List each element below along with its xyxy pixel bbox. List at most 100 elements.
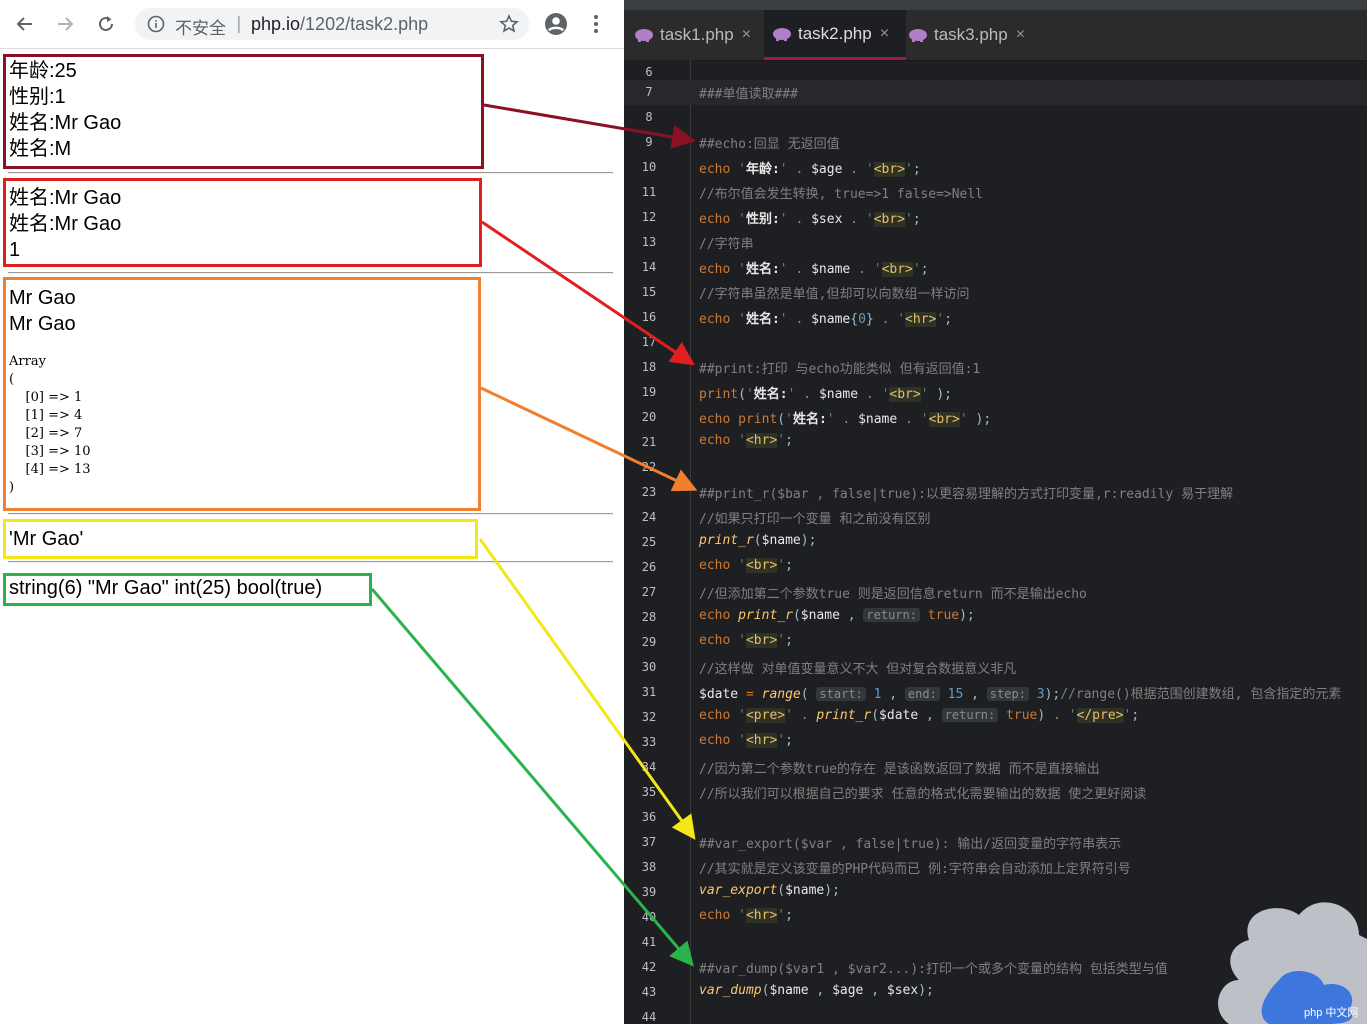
line-number: 7: [645, 85, 653, 99]
line-number: 6: [645, 65, 653, 79]
line-number: 8: [645, 110, 653, 124]
code-text: //布尔值会发生转换, true=>1 false=>Nell: [699, 187, 984, 202]
code-line[interactable]: 31 $date = range( start: 1 , end: 15 , st…: [624, 680, 1367, 705]
line-number: 32: [641, 710, 657, 724]
code-text: ##print_r($bar , false|true):以更容易理解的方式打印…: [699, 487, 1234, 502]
code-line[interactable]: 14 echo '姓名:' . $name . '<br>';: [624, 255, 1367, 280]
tab-close-icon[interactable]: ×: [1016, 26, 1025, 44]
editor-top-strip: [624, 0, 1367, 10]
code-line[interactable]: 29 echo '<br>';: [624, 630, 1367, 655]
tab-task3[interactable]: task3.php ×: [908, 10, 1036, 60]
code-line[interactable]: 22: [624, 455, 1367, 480]
forward-button[interactable]: [50, 9, 80, 39]
code-line[interactable]: 26 echo '<br>';: [624, 555, 1367, 580]
code-line[interactable]: 12 echo '性别:' . $sex . '<br>';: [624, 205, 1367, 230]
code-text: echo '性别:' . $sex . '<br>';: [699, 212, 921, 227]
line-number: 31: [641, 685, 657, 699]
code-line[interactable]: 25 print_r($name);: [624, 530, 1367, 555]
bookmark-star-icon[interactable]: [499, 14, 519, 34]
reload-button[interactable]: [91, 9, 121, 39]
line-number: 44: [641, 1010, 657, 1024]
tab-close-icon[interactable]: ×: [880, 25, 889, 43]
annotation-box-1: [3, 54, 484, 169]
code-line[interactable]: 33 echo '<hr>';: [624, 730, 1367, 755]
annotation-box-5: [3, 573, 372, 606]
line-number: 21: [641, 435, 657, 449]
line-number: 20: [641, 410, 657, 424]
account-icon[interactable]: [544, 12, 568, 36]
annotation-box-4: [3, 519, 478, 559]
back-button[interactable]: [10, 9, 40, 39]
browser-window: 不安全 | php.io/1202/task2.php 年龄:25 性别:1 姓…: [0, 0, 624, 1024]
line-number: 29: [641, 635, 657, 649]
line-number: 18: [641, 360, 657, 374]
code-text: //因为第二个参数true的存在 是该函数返回了数据 而不是直接输出: [699, 762, 1100, 777]
code-text: echo print('姓名:' . $name . '<br>' );: [699, 412, 992, 427]
menu-kebab-icon[interactable]: [586, 12, 606, 36]
line-number: 17: [641, 335, 657, 349]
code-text: echo '姓名:' . $name . '<br>';: [699, 262, 929, 277]
line-number: 22: [641, 460, 657, 474]
code-text: echo '<hr>';: [699, 908, 793, 923]
code-line[interactable]: 19 print('姓名:' . $name . '<br>' );: [624, 380, 1367, 405]
code-text: //如果只打印一个变量 和之前没有区别: [699, 512, 931, 527]
tab-close-icon[interactable]: ×: [742, 26, 751, 44]
line-number: 25: [641, 535, 657, 549]
php-elephant-icon: [635, 29, 653, 42]
code-line[interactable]: 18 ##print:打印 与echo功能类似 但有返回值:1: [624, 355, 1367, 380]
code-line[interactable]: 11 //布尔值会发生转换, true=>1 false=>Nell: [624, 180, 1367, 205]
line-number: 14: [641, 260, 657, 274]
code-line[interactable]: 7 ###单值读取###: [624, 80, 1367, 105]
code-line[interactable]: 28 echo print_r($name , return: true);: [624, 605, 1367, 630]
line-number: 26: [641, 560, 657, 574]
code-text: var_export($name);: [699, 883, 840, 898]
tab-label: task2.php: [798, 23, 872, 43]
code-text: echo '<hr>';: [699, 433, 793, 448]
code-line[interactable]: 24 //如果只打印一个变量 和之前没有区别: [624, 505, 1367, 530]
code-line[interactable]: 15 //字符串虽然是单值,但却可以向数组一样访问: [624, 280, 1367, 305]
code-line[interactable]: 16 echo '姓名:' . $name{0} . '<hr>';: [624, 305, 1367, 330]
url-separator: |: [236, 14, 242, 34]
code-line[interactable]: 37 ##var_export($var , false|true): 输出/返回…: [624, 830, 1367, 855]
back-arrow-icon: [16, 17, 32, 31]
code-text: print('姓名:' . $name . '<br>' );: [699, 387, 953, 402]
line-number: 16: [641, 310, 657, 324]
code-line[interactable]: 23 ##print_r($bar , false|true):以更容易理解的方式…: [624, 480, 1367, 505]
address-bar[interactable]: 不安全 | php.io/1202/task2.php: [135, 8, 529, 40]
line-number: 34: [641, 760, 657, 774]
code-text: //字符串虽然是单值,但却可以向数组一样访问: [699, 287, 970, 302]
php-elephant-icon: [773, 27, 791, 41]
code-line[interactable]: 8: [624, 105, 1367, 130]
code-line[interactable]: 30 //这样做 对单值变量意义不大 但对复合数据意义非凡: [624, 655, 1367, 680]
code-text: //但添加第二个参数true 则是返回信息return 而不是输出echo: [699, 587, 1087, 602]
code-text: ##echo:回显 无返回值: [699, 137, 840, 152]
code-line[interactable]: 34 //因为第二个参数true的存在 是该函数返回了数据 而不是直接输出: [624, 755, 1367, 780]
code-line[interactable]: 10 echo '年龄:' . $age . '<br>';: [624, 155, 1367, 180]
code-line[interactable]: 27 //但添加第二个参数true 则是返回信息return 而不是输出echo: [624, 580, 1367, 605]
security-label[interactable]: 不安全: [175, 14, 226, 39]
tab-task2[interactable]: task2.php ×: [764, 10, 906, 60]
url-host: php.io: [251, 14, 301, 34]
code-text: var_dump($name , $age , $sex);: [699, 983, 934, 998]
code-line[interactable]: 17: [624, 330, 1367, 355]
code-line[interactable]: 21 echo '<hr>';: [624, 430, 1367, 455]
line-number: 28: [641, 610, 657, 624]
url-path: /1202/task2.php: [300, 14, 429, 34]
code-line[interactable]: 36: [624, 805, 1367, 830]
url-text[interactable]: php.io/1202/task2.php: [251, 14, 428, 35]
tab-label: task1.php: [660, 25, 734, 44]
code-line[interactable]: 20 echo print('姓名:' . $name . '<br>' );: [624, 405, 1367, 430]
info-icon[interactable]: [147, 15, 165, 33]
code-line[interactable]: 13 //字符串: [624, 230, 1367, 255]
code-text: //所以我们可以根据自己的要求 任意的格式化需要输出的数据 使之更好阅读: [699, 787, 1147, 802]
code-text: //这样做 对单值变量意义不大 但对复合数据意义非凡: [699, 662, 1017, 677]
code-line[interactable]: 9 ##echo:回显 无返回值: [624, 130, 1367, 155]
line-number: 9: [645, 135, 653, 149]
code-text: echo '姓名:' . $name{0} . '<hr>';: [699, 312, 953, 327]
tab-task1[interactable]: task1.php ×: [634, 10, 762, 60]
line-number: 33: [641, 735, 657, 749]
code-line[interactable]: 35 //所以我们可以根据自己的要求 任意的格式化需要输出的数据 使之更好阅读: [624, 780, 1367, 805]
code-line[interactable]: 38 //其实就是定义该变量的PHP代码而已 例:字符串会自动添加上定界符引号: [624, 855, 1367, 880]
code-line[interactable]: 32 echo '<pre>' . print_r($date , return:…: [624, 705, 1367, 730]
code-text: print_r($name);: [699, 533, 817, 548]
